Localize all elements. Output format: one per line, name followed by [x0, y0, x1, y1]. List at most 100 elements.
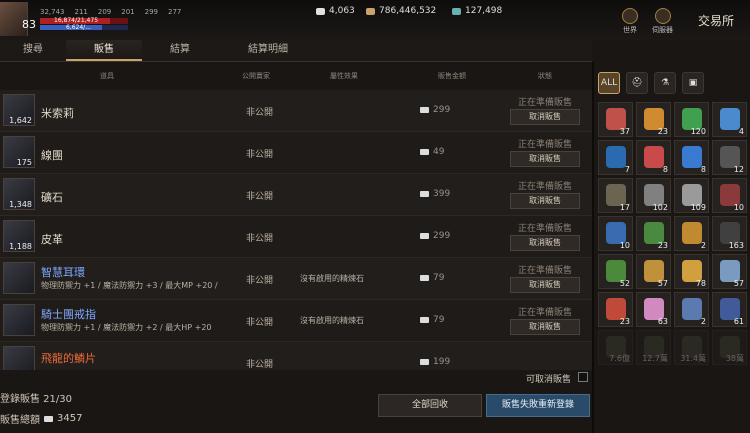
price-value: 399: [433, 189, 451, 199]
status-text: 正在準備販售: [518, 98, 573, 108]
server-button[interactable]: 伺服器: [652, 8, 673, 35]
cancel-sale-button[interactable]: 取消販售: [510, 319, 580, 335]
item-name: 飛龍的鱗片: [41, 352, 96, 365]
inventory-slot[interactable]: 8: [636, 140, 671, 175]
item-qty: 1,642: [9, 116, 32, 125]
inventory-slot[interactable]: 10: [712, 178, 747, 213]
inventory-slot[interactable]: 120: [674, 102, 709, 137]
tab-sell[interactable]: 販售: [66, 40, 142, 61]
earring-icon: [3, 262, 35, 294]
item-name: 線團: [41, 149, 63, 162]
item-icon: [606, 146, 626, 168]
inventory-slot[interactable]: 57: [712, 254, 747, 289]
stat-value: 299: [144, 8, 158, 16]
inventory-slot[interactable]: 12: [712, 140, 747, 175]
slot-count: 8: [700, 165, 706, 174]
cancel-sale-button[interactable]: 取消販售: [510, 235, 580, 251]
recall-all-button[interactable]: 全部回收: [378, 394, 482, 417]
price: 399: [420, 189, 450, 199]
inventory-slot[interactable]: 31.4萬: [674, 330, 709, 365]
cancelable-checkbox[interactable]: [578, 372, 588, 382]
price-value: 299: [433, 231, 451, 241]
diamond-icon: [316, 7, 325, 15]
tab-search[interactable]: 搜尋: [0, 40, 66, 61]
diamond-icon: [420, 107, 429, 113]
currency-coin: 127,498: [452, 6, 502, 16]
potion-icon[interactable]: ⚗: [654, 72, 676, 94]
leather-icon: 1,188: [3, 220, 35, 252]
inventory-tab-all[interactable]: ALL: [598, 72, 620, 94]
slot-count: 120: [690, 127, 706, 136]
price-value: 79: [433, 315, 445, 325]
stat-value: 209: [97, 8, 112, 16]
scroll-icon[interactable]: ▣: [682, 72, 704, 94]
inventory-slot[interactable]: 78: [674, 254, 709, 289]
inventory-slot[interactable]: 8: [674, 140, 709, 175]
inventory-slot[interactable]: 23: [598, 292, 633, 327]
slot-count: 109: [690, 203, 706, 212]
cancel-sale-button[interactable]: 取消販售: [510, 109, 580, 125]
item-name: 皮革: [41, 233, 63, 246]
relist-failed-button[interactable]: 販售失敗重新登錄: [486, 394, 590, 417]
inventory-slot[interactable]: 63: [636, 292, 671, 327]
cancelable-filter-label: 可取消販售: [526, 375, 572, 385]
public-status: 非公開: [246, 360, 274, 370]
table-row[interactable]: 騎士團戒指 物理防禦力 +1 / 魔法防禦力 +2 / 最大HP +20 非公開…: [0, 300, 592, 342]
inventory-slot[interactable]: 37: [598, 102, 633, 137]
stat-value: 32,743: [40, 8, 65, 16]
item-name: 米索莉: [41, 107, 74, 120]
inventory-slot[interactable]: 7: [598, 140, 633, 175]
diamond-icon: [44, 415, 53, 422]
inventory-slot[interactable]: 23: [636, 216, 671, 251]
public-status: 非公開: [246, 192, 274, 202]
table-row[interactable]: 1,642 米索莉 非公開 299 正在準備販售 取消販售: [0, 90, 592, 132]
table-row[interactable]: 1,188 皮革 非公開 299 正在準備販售 取消販售: [0, 216, 592, 258]
slot-count: 7.6億: [609, 354, 630, 363]
inventory-slot[interactable]: 57: [636, 254, 671, 289]
cancel-sale-button[interactable]: 取消販售: [510, 151, 580, 167]
slot-count: 63: [657, 317, 668, 326]
inventory-slot[interactable]: 2: [674, 216, 709, 251]
inventory-slot[interactable]: 109: [674, 178, 709, 213]
table-row[interactable]: 1,348 礦石 非公開 399 正在準備販售 取消販售: [0, 174, 592, 216]
diamond-icon: [420, 359, 429, 365]
stat-row: 32,743 211 209 201 299 277: [40, 8, 181, 16]
ring-icon: [3, 304, 35, 336]
item-qty: 1,188: [9, 242, 32, 251]
inventory-slot[interactable]: 10: [598, 216, 633, 251]
cancel-sale-button[interactable]: 取消販售: [510, 277, 580, 293]
server-label: 伺服器: [652, 26, 673, 34]
table-row[interactable]: 175 線團 非公開 49 正在準備販售 取消販售: [0, 132, 592, 174]
table-row[interactable]: 智慧耳環 物理防禦力 +1 / 魔法防禦力 +3 / 最大MP +20 / 非公…: [0, 258, 592, 300]
slot-count: 57: [657, 279, 668, 288]
inventory-slot[interactable]: 61: [712, 292, 747, 327]
inventory-slot[interactable]: 23: [636, 102, 671, 137]
currency-diamond: 4,063: [316, 6, 355, 16]
tab-settle[interactable]: 結算: [142, 40, 218, 61]
inventory-slot[interactable]: 52: [598, 254, 633, 289]
cancel-sale-button[interactable]: 取消販售: [510, 193, 580, 209]
inventory-slot[interactable]: 102: [636, 178, 671, 213]
dragon-scale-icon: [3, 346, 35, 370]
slot-count: 102: [652, 203, 668, 212]
inventory-slot[interactable]: 2: [674, 292, 709, 327]
slot-count: 23: [657, 127, 668, 136]
slot-count: 2: [700, 241, 706, 250]
inventory-slot[interactable]: 4: [712, 102, 747, 137]
inventory-slot[interactable]: 17: [598, 178, 633, 213]
inventory-slot[interactable]: 163: [712, 216, 747, 251]
public-status: 非公開: [246, 150, 274, 160]
world-button[interactable]: 世界: [622, 8, 638, 35]
item-icon: [682, 146, 702, 168]
inventory-slot[interactable]: 38萬: [712, 330, 747, 365]
stat-value: 201: [121, 8, 135, 16]
sell-list: 1,642 米索莉 非公開 299 正在準備販售 取消販售 175 線團 非公開…: [0, 90, 592, 370]
inventory-slot[interactable]: 7.6億: [598, 330, 633, 365]
table-row[interactable]: 飛龍的鱗片 非公開 199: [0, 342, 592, 370]
inventory-slot[interactable]: 12.7萬: [636, 330, 671, 365]
helmet-icon[interactable]: ⛑: [626, 72, 648, 94]
tab-bar: 搜尋 販售 結算 結算明細: [0, 40, 592, 62]
price: 79: [420, 315, 444, 325]
hp-text: 16,874/21,475: [54, 17, 99, 24]
tab-settle-detail[interactable]: 結算明細: [218, 40, 318, 61]
